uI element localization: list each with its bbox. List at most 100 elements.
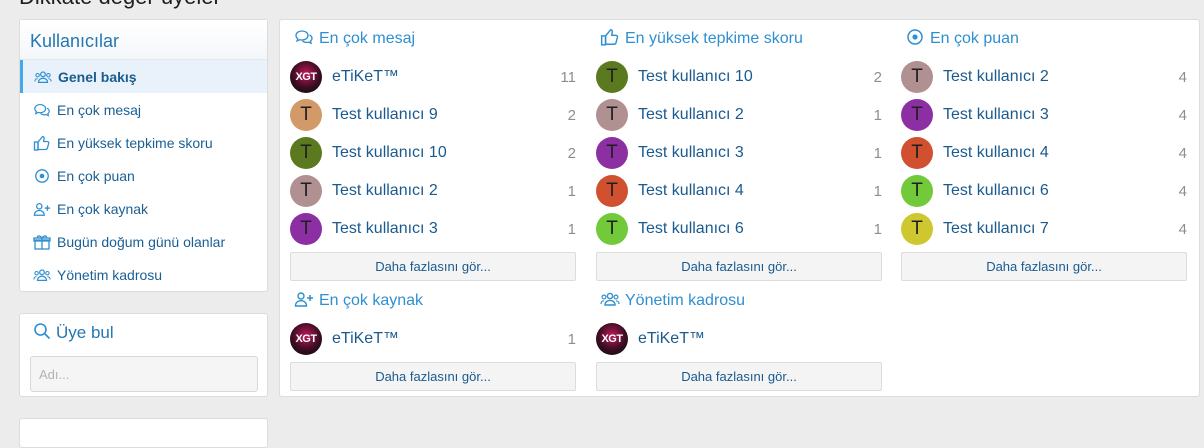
page-title: Dikkate değer üyeler [19, 0, 221, 10]
member-name-link[interactable]: Test kullanıcı 3 [638, 144, 744, 162]
avatar[interactable]: XGT [290, 61, 322, 93]
members-nav-title: Kullanıcılar [20, 20, 267, 60]
comments-icon [294, 28, 319, 51]
member-count: 1 [567, 330, 576, 348]
member-row: XGT eTiKeT™ [596, 320, 882, 358]
member-card-title[interactable]: En çok mesaj [290, 20, 576, 58]
sidebar-item-label: Yönetim kadrosu [57, 266, 163, 283]
member-card-title-text: En yüksek tepkime skoru [625, 30, 803, 47]
avatar[interactable]: T [901, 137, 933, 169]
find-member-block: Üye bul [19, 313, 268, 397]
sidebar-item-label: En çok kaynak [57, 200, 149, 217]
avatar[interactable]: T [596, 175, 628, 207]
see-more-button[interactable]: Daha fazlasını gör... [901, 252, 1187, 281]
avatar[interactable]: T [901, 61, 933, 93]
avatar[interactable]: T [901, 175, 933, 207]
member-card-1: En yüksek tepkime skoru T Test kullanıcı 1… [596, 20, 882, 281]
member-count: 1 [873, 106, 882, 124]
avatar[interactable]: XGT [596, 323, 628, 355]
member-name-link[interactable]: eTiKeT™ [638, 330, 705, 348]
thumbs-up-icon [33, 135, 51, 151]
see-more-button[interactable]: Daha fazlasını gör... [596, 252, 882, 281]
avatar[interactable]: T [596, 99, 628, 131]
member-name-link[interactable]: Test kullanıcı 2 [943, 68, 1049, 86]
member-name-link[interactable]: Test kullanıcı 3 [943, 106, 1049, 124]
member-name-link[interactable]: Test kullanıcı 6 [638, 220, 744, 238]
dot-circle-icon [33, 168, 51, 184]
member-name-link[interactable]: Test kullanıcı 4 [943, 144, 1049, 162]
member-card-title-text: En çok kaynak [319, 292, 424, 309]
member-name-link[interactable]: Test kullanıcı 9 [332, 106, 438, 124]
avatar[interactable]: T [901, 213, 933, 245]
member-name-link[interactable]: Test kullanıcı 2 [638, 106, 744, 124]
member-card-title-text: En çok mesaj [319, 30, 416, 47]
avatar[interactable]: T [290, 99, 322, 131]
sidebar-item-4[interactable]: En çok kaynak [20, 192, 267, 225]
user-plus-icon [33, 201, 51, 217]
avatar[interactable]: T [596, 61, 628, 93]
avatar[interactable]: T [596, 213, 628, 245]
member-name-link[interactable]: eTiKeT™ [332, 330, 399, 348]
sidebar-item-label: Bugün doğum günü olanlar [57, 233, 226, 250]
member-count: 4 [1178, 220, 1187, 238]
avatar[interactable]: T [290, 175, 322, 207]
avatar[interactable]: XGT [290, 323, 322, 355]
member-name-link[interactable]: Test kullanıcı 4 [638, 182, 744, 200]
member-name-link[interactable]: eTiKeT™ [332, 68, 399, 86]
member-card-title-text: En çok puan [930, 30, 1019, 47]
avatar-logo-text: XGT [295, 333, 317, 345]
sidebar-item-5[interactable]: Bugün doğum günü olanlar [20, 225, 267, 258]
sidebar-item-label: En çok mesaj [57, 101, 142, 118]
dot-circle-icon [905, 28, 930, 51]
member-count: 4 [1178, 68, 1187, 86]
sidebar-item-0[interactable]: Genel bakış [20, 60, 267, 93]
avatar[interactable]: T [290, 137, 322, 169]
see-more-button[interactable]: Daha fazlasını gör... [596, 362, 882, 391]
user-plus-icon [294, 290, 319, 313]
member-card-title[interactable]: En çok puan [901, 20, 1187, 58]
member-name-link[interactable]: Test kullanıcı 10 [638, 68, 753, 86]
member-card-title[interactable]: En yüksek tepkime skoru [596, 20, 882, 58]
users-icon [33, 267, 51, 283]
see-more-button[interactable]: Daha fazlasını gör... [290, 362, 576, 391]
member-row: XGT eTiKeT™ 1 [290, 320, 576, 358]
member-count: 1 [567, 220, 576, 238]
member-name-link[interactable]: Test kullanıcı 3 [332, 220, 438, 238]
members-nav-list: Genel bakış En çok mesaj En yüksek tepkime… [20, 60, 267, 291]
member-name-input[interactable] [30, 356, 258, 392]
member-card-title[interactable]: En çok kaynak [290, 282, 576, 320]
member-name-link[interactable]: Test kullanıcı 7 [943, 220, 1049, 238]
member-name-link[interactable]: Test kullanıcı 10 [332, 144, 447, 162]
avatar[interactable]: T [596, 137, 628, 169]
member-count: 4 [1178, 144, 1187, 162]
member-name-link[interactable]: Test kullanıcı 2 [332, 182, 438, 200]
avatar[interactable]: T [901, 99, 933, 131]
member-row: T Test kullanıcı 9 2 [290, 96, 576, 134]
member-count: 1 [873, 220, 882, 238]
sidebar-item-6[interactable]: Yönetim kadrosu [20, 258, 267, 291]
users-icon [600, 290, 625, 313]
sidebar-item-1[interactable]: En çok mesaj [20, 93, 267, 126]
member-card-title[interactable]: Yönetim kadrosu [596, 282, 882, 320]
member-row: T Test kullanıcı 2 1 [290, 172, 576, 210]
member-row: T Test kullanıcı 10 2 [596, 58, 882, 96]
sidebar-item-3[interactable]: En çok puan [20, 159, 267, 192]
sidebar-item-label: Genel bakış [58, 68, 137, 85]
member-row: T Test kullanıcı 7 4 [901, 210, 1187, 248]
member-count: 2 [567, 106, 576, 124]
sidebar-item-label: En çok puan [57, 167, 135, 184]
member-row: T Test kullanıcı 4 4 [901, 134, 1187, 172]
see-more-button[interactable]: Daha fazlasını gör... [290, 252, 576, 281]
member-count: 1 [873, 144, 882, 162]
users-icon [34, 69, 52, 85]
member-row: T Test kullanıcı 4 1 [596, 172, 882, 210]
member-name-link[interactable]: Test kullanıcı 6 [943, 182, 1049, 200]
avatar[interactable]: T [290, 213, 322, 245]
member-row: T Test kullanıcı 2 4 [901, 58, 1187, 96]
sidebar-item-2[interactable]: En yüksek tepkime skoru [20, 126, 267, 159]
member-card-title-text: Yönetim kadrosu [625, 292, 746, 309]
find-member-header: Üye bul [20, 314, 267, 352]
member-count: 11 [560, 68, 576, 86]
member-row: T Test kullanıcı 10 2 [290, 134, 576, 172]
search-icon [33, 322, 56, 345]
